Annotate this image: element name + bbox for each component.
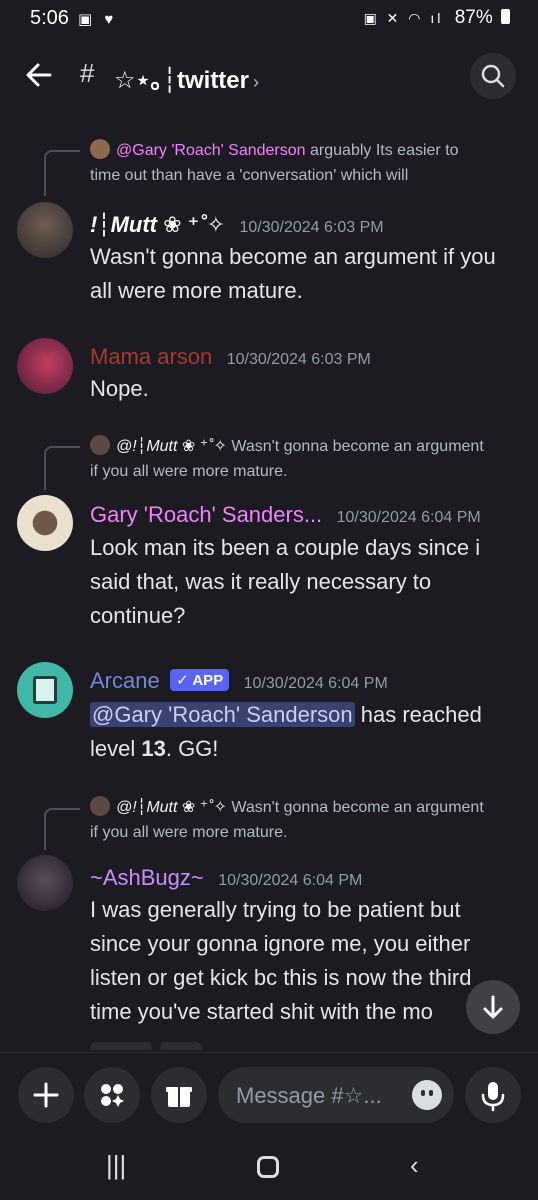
message-text: @Gary 'Roach' Sanderson has reached leve… [90,698,510,766]
message-header: ~AshBugz~ 10/30/2024 6:04 PM [90,865,362,891]
emoji-icon[interactable] [412,1080,442,1110]
channel-name: ☆⋆｡┆twitter [114,67,249,94]
timestamp: 10/30/2024 6:04 PM [243,675,388,692]
avatar[interactable] [17,202,73,258]
reply-preview[interactable]: @!┆Mutt ❀ ⁺˚✧ Wasn't gonna become an arg… [90,434,520,484]
reply-text: Wasn't gonna become an argument [231,438,484,455]
timestamp: 10/30/2024 6:04 PM [218,872,363,889]
timestamp: 10/30/2024 6:03 PM [226,351,371,368]
level-number: 13 [141,736,166,761]
author-name[interactable]: Gary 'Roach' Sanders... [90,502,322,527]
bucket-icon [33,676,57,704]
signal-icon: ▣ ✕ ◠ ıl [363,10,444,26]
author-name[interactable]: Mama arson [90,344,212,369]
reply-author: @!┆Mutt ❀ ⁺˚✧ [116,438,227,455]
message-text: Wasn't gonna become an argument if you a… [90,244,496,303]
status-right: ▣ ✕ ◠ ıl 87% [364,7,510,29]
reply-connector [44,150,80,196]
reply-text-cont: if you all were more mature. [90,824,288,841]
reply-connector [44,808,80,850]
reaction-chip[interactable] [160,1042,202,1050]
gift-button[interactable] [151,1067,207,1123]
search-button[interactable] [470,53,516,99]
reply-avatar [90,796,110,816]
reply-avatar [90,139,110,159]
arrow-down-icon [483,995,503,1019]
message-text: I was generally trying to be patient but… [90,897,472,1024]
home-button[interactable] [257,1156,279,1178]
reply-author: @Gary 'Roach' Sanderson [116,142,306,159]
chevron-right-icon: › [253,72,259,92]
plus-icon [33,1082,59,1108]
message-header: Arcane ✓ APP 10/30/2024 6:04 PM [90,668,388,694]
add-attachment-button[interactable] [18,1067,74,1123]
app-badge: ✓ APP [170,669,230,691]
timestamp: 10/30/2024 6:03 PM [239,219,384,236]
reply-text: Wasn't gonna become an argument [231,799,484,816]
user-mention[interactable]: @Gary 'Roach' Sanderson [90,702,355,727]
battery-icon [501,9,510,24]
notification-icons: ▣ ♥ [78,11,118,28]
channel-header: # ☆⋆｡┆twitter › [0,36,538,120]
author-name[interactable]: Arcane [90,668,160,693]
message-text-part: . GG! [165,736,219,761]
microphone-icon [481,1082,505,1112]
jump-to-bottom-button[interactable] [466,980,520,1034]
author-name[interactable]: ~AshBugz~ [90,865,204,890]
reply-text: arguably Its easier to [310,142,459,159]
reply-author: @!┆Mutt ❀ ⁺˚✧ [116,799,227,816]
text-channel-icon: # [80,58,95,88]
search-icon [481,64,505,88]
message-text: Nope. [90,376,149,401]
voice-message-button[interactable] [465,1067,521,1123]
gift-icon [166,1087,192,1107]
avatar[interactable] [17,855,73,911]
arrow-left-icon [26,63,52,87]
avatar[interactable] [17,338,73,394]
system-back-button[interactable]: ‹ [410,1150,419,1181]
message-list[interactable]: @Gary 'Roach' Sanderson arguably Its eas… [0,120,538,1050]
timestamp: 10/30/2024 6:04 PM [336,509,481,526]
reply-avatar [90,435,110,455]
apps-button[interactable] [84,1067,140,1123]
message-text: Look man its been a couple days since i … [90,535,481,628]
reply-preview[interactable]: @Gary 'Roach' Sanderson arguably Its eas… [90,138,520,188]
reply-text-cont: time out than have a 'conversation' whic… [90,167,409,184]
apps-icon [101,1084,124,1107]
avatar[interactable] [17,495,73,551]
system-navigation-bar: ||| ‹ [0,1140,538,1200]
message-header: !┆Mutt ❀ ⁺˚✧ 10/30/2024 6:03 PM [90,212,384,238]
message-header: Gary 'Roach' Sanders... 10/30/2024 6:04 … [90,502,481,528]
status-bar: 5:06 ▣ ♥ ▣ ✕ ◠ ıl 87% [0,0,538,36]
status-time: 5:06 [30,7,69,29]
channel-title[interactable]: ☆⋆｡┆twitter › [114,60,259,95]
reaction-chip[interactable] [90,1042,152,1050]
message-input[interactable]: Message #☆... [218,1067,454,1123]
message-header: Mama arson 10/30/2024 6:03 PM [90,344,371,370]
back-button[interactable] [22,58,56,92]
reply-connector [44,446,80,490]
author-name[interactable]: !┆Mutt ❀ ⁺˚✧ [90,212,225,237]
battery-percent: 87% [454,7,493,28]
reply-preview[interactable]: @!┆Mutt ❀ ⁺˚✧ Wasn't gonna become an arg… [90,795,520,845]
bot-avatar[interactable] [17,662,73,718]
message-placeholder: Message #☆... [236,1083,382,1108]
message-composer: Message #☆... [0,1052,538,1140]
reply-text-cont: if you all were more mature. [90,463,288,480]
recent-apps-button[interactable]: ||| [106,1150,126,1181]
